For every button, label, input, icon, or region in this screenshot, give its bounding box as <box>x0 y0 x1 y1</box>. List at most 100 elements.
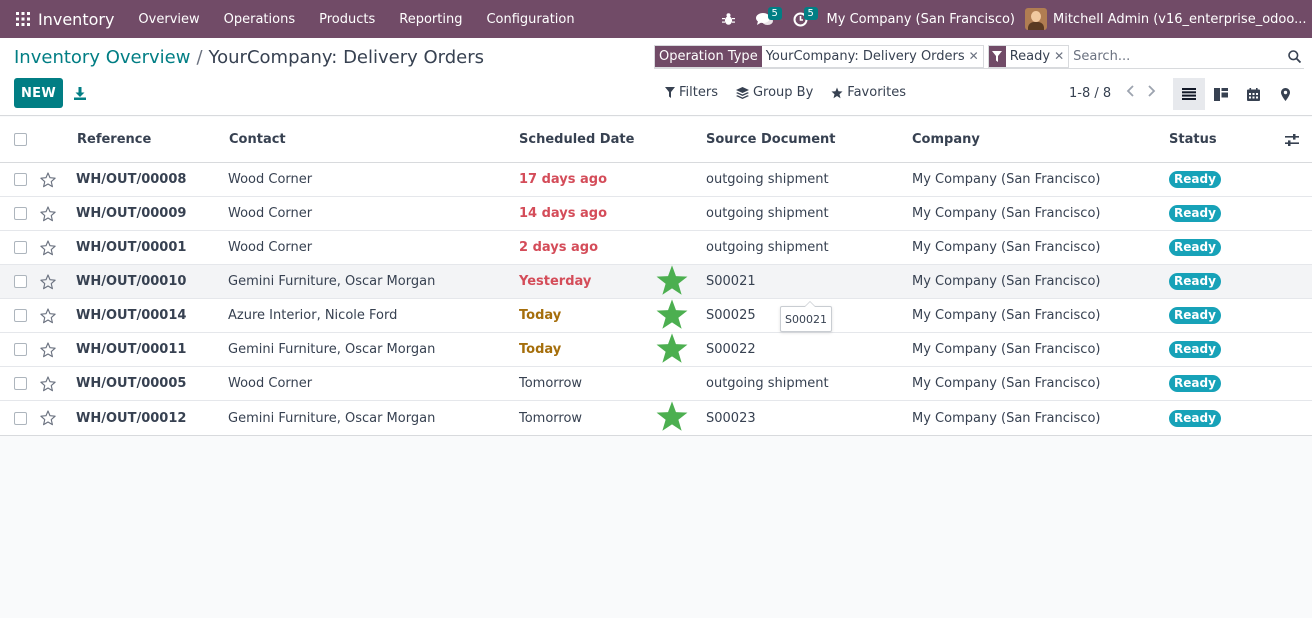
row-source-document: S00023 <box>706 410 756 426</box>
facet-value: YourCompany: Delivery Orders <box>761 45 969 67</box>
row-source-document: S00021 <box>706 274 756 289</box>
new-button[interactable]: NEW <box>14 78 63 108</box>
column-status[interactable]: Status <box>1169 117 1217 162</box>
download-icon[interactable] <box>70 82 90 104</box>
table-row[interactable]: WH/OUT/00014 Azure Interior, Nicole Ford… <box>0 299 1312 333</box>
list-icon[interactable] <box>1173 78 1205 110</box>
close-icon[interactable]: ✕ <box>968 45 983 67</box>
favorites-button[interactable]: Favorites <box>831 85 906 100</box>
chat-icon[interactable]: 5 <box>747 0 783 38</box>
star-icon[interactable] <box>40 333 56 366</box>
systray: 5 5 My Company (San Francisco) Mitchell … <box>711 0 1312 38</box>
status-badge: Ready <box>1169 273 1221 290</box>
row-contact: Gemini Furniture, Oscar Morgan <box>228 342 436 357</box>
star-icon[interactable] <box>40 367 56 400</box>
filters-button[interactable]: Filters <box>665 85 718 100</box>
row-checkbox[interactable] <box>14 173 27 186</box>
search-options: Filters Group By Favorites <box>665 85 924 100</box>
row-scheduled-date: Today <box>519 308 562 323</box>
app-name[interactable]: Inventory <box>38 10 114 29</box>
map-marker-icon[interactable] <box>1269 78 1301 110</box>
menu-products[interactable]: Products <box>307 12 387 27</box>
user-menu[interactable]: Mitchell Admin (v16_enterprise_odoo... <box>1025 8 1312 30</box>
row-checkbox[interactable] <box>14 275 27 288</box>
search-input[interactable] <box>1073 45 1284 67</box>
menu-operations[interactable]: Operations <box>212 12 307 27</box>
kanban-icon[interactable] <box>1205 78 1237 110</box>
status-badge: Ready <box>1169 409 1221 427</box>
chevron-right-icon[interactable] <box>1141 85 1163 101</box>
row-checkbox[interactable] <box>14 207 27 220</box>
status-badge: Ready <box>1169 307 1221 324</box>
table-row[interactable]: WH/OUT/00010 Gemini Furniture, Oscar Mor… <box>0 265 1312 299</box>
row-scheduled-date: Yesterday <box>519 274 592 289</box>
star-icon[interactable] <box>40 299 56 332</box>
status-badge: Ready <box>1169 375 1221 392</box>
row-checkbox[interactable] <box>14 241 27 254</box>
column-scheduled-date[interactable]: Scheduled Date <box>519 117 634 162</box>
facet-operation-type: Operation Type YourCompany: Delivery Ord… <box>654 44 984 68</box>
row-contact: Gemini Furniture, Oscar Morgan <box>228 274 436 289</box>
table-row[interactable]: WH/OUT/00001 Wood Corner 2 days ago outg… <box>0 231 1312 265</box>
row-checkbox[interactable] <box>14 411 27 425</box>
row-checkbox[interactable] <box>14 309 27 322</box>
clock-icon[interactable]: 5 <box>783 0 819 38</box>
pager: 1-8 / 8 <box>1069 85 1163 101</box>
green-star-marker-icon <box>656 333 688 363</box>
breadcrumb-parent[interactable]: Inventory Overview <box>14 47 190 68</box>
table-row[interactable]: WH/OUT/00012 Gemini Furniture, Oscar Mor… <box>0 401 1312 435</box>
table-row[interactable]: WH/OUT/00005 Wood Corner Tomorrow outgoi… <box>0 367 1312 401</box>
row-checkbox[interactable] <box>14 377 27 390</box>
row-scheduled-date: 14 days ago <box>519 206 608 221</box>
menu-overview[interactable]: Overview <box>126 12 211 27</box>
filters-label: Filters <box>679 85 718 100</box>
star-icon[interactable] <box>40 265 56 298</box>
row-contact: Wood Corner <box>228 172 313 187</box>
menu-reporting[interactable]: Reporting <box>387 12 474 27</box>
group-by-button[interactable]: Group By <box>735 85 814 100</box>
calendar-icon[interactable] <box>1237 78 1269 110</box>
page-title: YourCompany: Delivery Orders <box>208 47 485 68</box>
row-contact: Wood Corner <box>228 376 313 391</box>
group-by-label: Group By <box>752 85 814 100</box>
green-star-marker-icon <box>656 401 688 431</box>
filter-icon <box>988 45 1006 67</box>
table-row[interactable]: WH/OUT/00009 Wood Corner 14 days ago out… <box>0 197 1312 231</box>
sliders-icon[interactable] <box>1285 117 1299 162</box>
column-contact[interactable]: Contact <box>229 117 286 162</box>
company-switcher[interactable]: My Company (San Francisco) <box>827 12 1015 27</box>
row-reference: WH/OUT/00014 <box>76 308 187 323</box>
search-bar: Operation Type YourCompany: Delivery Ord… <box>654 44 1304 69</box>
star-icon[interactable] <box>40 231 56 264</box>
row-scheduled-date: Tomorrow <box>519 376 583 391</box>
tooltip: S00021 <box>780 301 832 332</box>
activities-badge: 5 <box>803 7 818 20</box>
chevron-left-icon[interactable] <box>1119 85 1141 101</box>
breadcrumb-separator: / <box>196 47 203 68</box>
column-source-document[interactable]: Source Document <box>706 117 836 162</box>
top-navbar: Inventory Overview Operations Products R… <box>0 0 1312 38</box>
row-reference: WH/OUT/00011 <box>76 342 187 357</box>
star-icon[interactable] <box>40 197 56 230</box>
row-scheduled-date: Tomorrow <box>519 410 583 426</box>
column-reference[interactable]: Reference <box>77 117 151 162</box>
row-reference: WH/OUT/00009 <box>76 206 187 221</box>
status-badge: Ready <box>1169 171 1221 188</box>
bug-icon[interactable] <box>711 0 747 38</box>
row-source-document: outgoing shipment <box>706 240 829 255</box>
menu-configuration[interactable]: Configuration <box>474 12 586 27</box>
table-row[interactable]: WH/OUT/00011 Gemini Furniture, Oscar Mor… <box>0 333 1312 367</box>
column-company[interactable]: Company <box>912 117 980 162</box>
table-row[interactable]: WH/OUT/00008 Wood Corner 17 days ago out… <box>0 163 1312 197</box>
filter-icon <box>665 87 675 98</box>
grid-icon[interactable] <box>8 0 38 38</box>
row-checkbox[interactable] <box>14 343 27 356</box>
status-badge: Ready <box>1169 205 1221 222</box>
row-company: My Company (San Francisco) <box>912 308 1101 323</box>
star-icon[interactable] <box>40 401 56 435</box>
select-all-checkbox[interactable] <box>14 133 27 146</box>
search-icon[interactable] <box>1284 49 1304 63</box>
pager-value[interactable]: 1-8 / 8 <box>1069 86 1111 101</box>
star-icon[interactable] <box>40 163 56 196</box>
close-icon[interactable]: ✕ <box>1054 45 1069 67</box>
